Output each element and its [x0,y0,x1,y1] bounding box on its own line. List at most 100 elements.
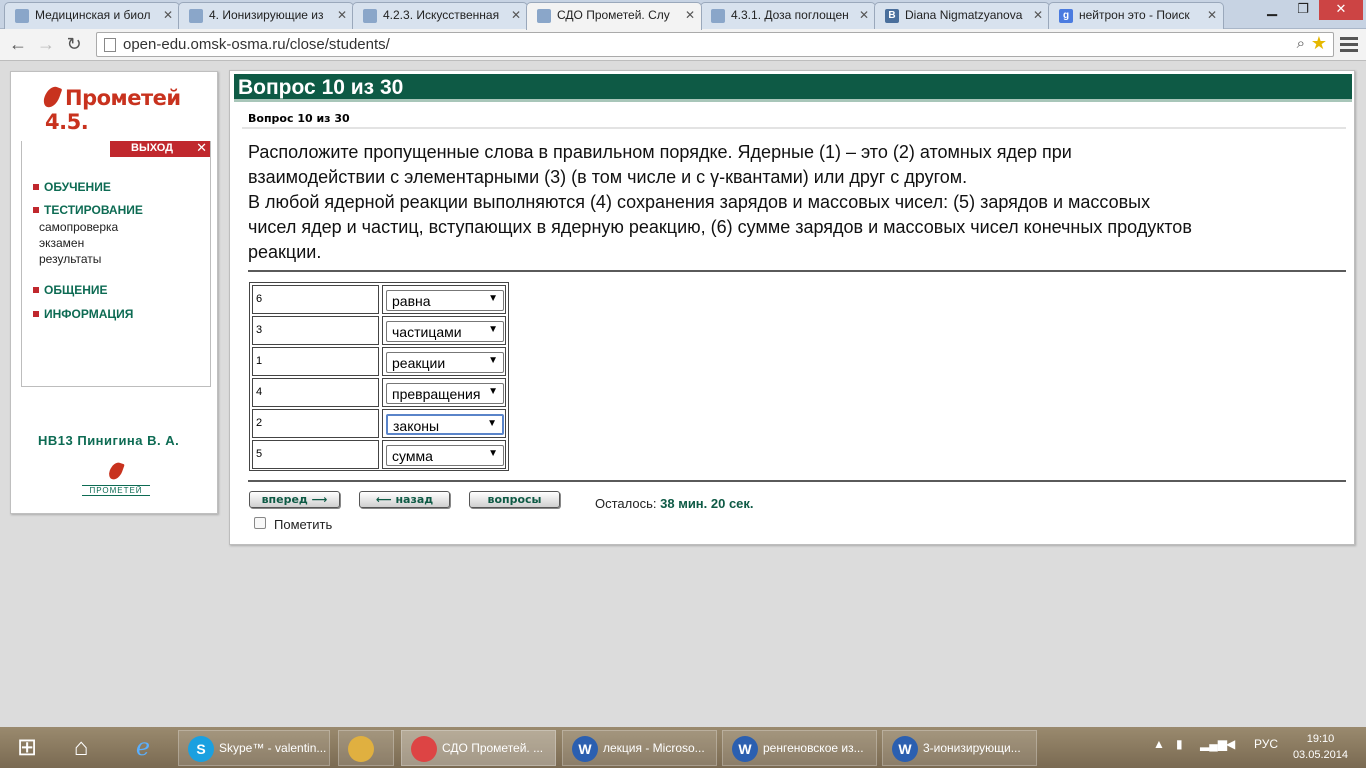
answer-row: 3 частицами ▼ [252,316,506,345]
submenu-exam[interactable]: экзамен [39,236,84,250]
minimize-button[interactable]: ▁ [1257,0,1287,20]
flame-icon [107,460,125,482]
language-indicator[interactable]: РУС [1254,737,1278,751]
question-panel: Вопрос 10 из 30 Вопрос 10 из 30 Располож… [229,70,1355,545]
question-text: Расположите пропущенные слова в правильн… [248,142,1192,262]
answer-select[interactable]: реакции ▼ [386,352,504,373]
zoom-icon[interactable]: ⌕ [1297,35,1305,52]
bullet-icon [33,184,39,190]
question-subheader: Вопрос 10 из 30 [248,112,350,125]
answer-select[interactable]: равна ▼ [386,290,504,311]
bookmark-star-icon[interactable]: ★ [1311,33,1327,54]
answer-select-value: законы [393,418,440,434]
windows-start-icon[interactable]: ⊞ [0,730,54,766]
word-icon: W [572,736,598,762]
divider [248,270,1346,272]
answer-row: 6 равна ▼ [252,285,506,314]
answer-select[interactable]: частицами ▼ [386,321,504,342]
back-icon[interactable]: ← [6,33,30,57]
bottom-logo: ПРОМЕТЕЙ [82,460,150,496]
answer-select[interactable]: сумма ▼ [386,445,504,466]
answer-number: 1 [252,347,379,376]
close-icon[interactable]: ✕ [337,8,347,22]
flame-icon [41,84,63,110]
clock[interactable]: 19:10 03.05.2014 [1293,731,1348,763]
browser-tab[interactable]: B Diana Nigmatzyanova ✕ [874,2,1050,29]
left-panel: Прометей 4.5. ВЫХОД ✕ ОБУЧЕНИЕ ТЕСТИРОВАН… [10,71,218,514]
answer-cell: реакции ▼ [382,347,506,376]
menu-item-information[interactable]: ИНФОРМАЦИЯ [33,307,133,321]
submenu-results[interactable]: результаты [39,252,101,266]
url-text: open-edu.omsk-osma.ru/close/students/ [123,36,390,53]
browser-tab[interactable]: 4.2.3. Искусственная ✕ [352,2,528,29]
taskbar-item-label: 3-ионизирующи... [923,741,1021,755]
taskbar-item[interactable]: S Skype™ - valentin... [178,730,330,766]
taskbar-item[interactable]: Wлекция - Microso... [562,730,717,766]
forward-button[interactable]: вперед ⟶ [249,491,340,508]
arrow-left-icon: ⟵ [375,493,392,506]
taskbar-item[interactable]: W 3-ионизирующи... [882,730,1037,766]
tab-label: Diana Nigmatzyanova [905,8,1023,22]
address-bar[interactable]: open-edu.omsk-osma.ru/close/students/ ⌕ … [96,32,1334,57]
chrome-icon [411,736,437,762]
close-icon[interactable]: ✕ [511,8,521,22]
divider [242,127,1346,129]
back-button[interactable]: ⟵ назад [359,491,450,508]
browser-tab[interactable]: СДО Прометей. Слу ✕ [526,2,702,30]
answers-table: 6 равна ▼ 3 частицами ▼ 1 реакции ▼ 4 превращения ▼… [249,282,509,471]
answer-cell: превращения ▼ [382,378,506,407]
taskbar-item-label: ренгеновское из... [763,741,864,755]
close-icon[interactable]: ✕ [163,8,173,22]
browser-tab[interactable]: 4. Ионизирующие из ✕ [178,2,354,29]
menu-item-learning[interactable]: ОБУЧЕНИЕ [33,180,111,194]
doc-icon [537,9,551,23]
chrome-menu-icon[interactable] [1340,34,1358,55]
ie-icon[interactable]: ℯ [116,730,170,766]
menu-item-testing[interactable]: ТЕСТИРОВАНИЕ [33,203,143,217]
menu-item-communication[interactable]: ОБЩЕНИЕ [33,283,108,297]
taskbar-item[interactable]: Wренгеновское из... [722,730,877,766]
taskbar-item[interactable]: СДО Прометей. ... [401,730,556,766]
signal-icon[interactable]: ▂▄▆ [1200,737,1227,751]
question-header: Вопрос 10 из 30 [234,74,1352,102]
browser-tab[interactable]: Медицинская и биол ✕ [4,2,180,29]
answer-cell: равна ▼ [382,285,506,314]
close-icon[interactable]: ✕ [685,8,695,22]
restore-button[interactable]: ❐ [1288,0,1318,20]
close-icon[interactable]: ✕ [1033,8,1043,22]
close-window-button[interactable]: ✕ [1319,0,1363,20]
home-icon[interactable]: ⌂ [54,730,108,766]
answer-row: 4 превращения ▼ [252,378,506,407]
prometheus-logo: Прометей 4.5. [41,84,217,134]
browser-tab[interactable]: g нейтрон это - Поиск ✕ [1048,2,1224,29]
volume-icon[interactable]: ◀ [1226,737,1235,751]
taskbar-item[interactable] [338,730,394,766]
doc-icon [189,9,203,23]
battery-icon[interactable]: ▮ [1176,737,1183,751]
answer-row: 1 реакции ▼ [252,347,506,376]
tray-arrow-icon[interactable]: ▲ [1153,737,1165,751]
answer-row: 2 законы ▼ [252,409,506,438]
close-icon: ✕ [196,140,207,155]
mark-checkbox[interactable] [254,517,266,529]
divider [248,480,1346,482]
exit-button[interactable]: ВЫХОД ✕ [110,140,210,157]
answer-cell: законы ▼ [382,409,506,438]
answer-select[interactable]: законы ▼ [386,414,504,435]
tab-label: 4.2.3. Искусственная [383,8,500,22]
close-icon[interactable]: ✕ [859,8,869,22]
bullet-icon [33,207,39,213]
dropdown-arrow-icon: ▼ [488,355,498,366]
reload-icon[interactable]: ↻ [62,33,86,57]
questions-button[interactable]: вопросы [469,491,560,508]
dropdown-arrow-icon: ▼ [488,448,498,459]
answer-number: 4 [252,378,379,407]
browser-tab[interactable]: 4.3.1. Доза поглощен ✕ [700,2,876,29]
skype-icon: S [188,736,214,762]
forward-icon[interactable]: → [34,33,58,57]
answer-cell: сумма ▼ [382,440,506,469]
close-icon[interactable]: ✕ [1207,8,1217,22]
submenu-self-check[interactable]: самопроверка [39,220,118,234]
arrow-right-icon: ⟶ [311,493,328,506]
answer-select[interactable]: превращения ▼ [386,383,504,404]
